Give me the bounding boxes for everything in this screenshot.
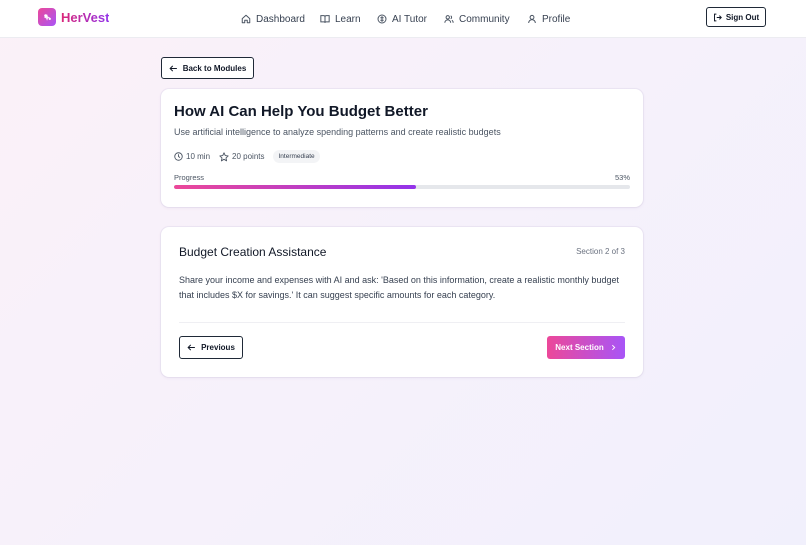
arrow-left-icon [169, 65, 177, 71]
clock-icon [174, 152, 183, 161]
section-card: Budget Creation Assistance Section 2 of … [161, 227, 643, 377]
section-counter: Section 2 of 3 [576, 247, 625, 256]
brand-logo[interactable]: HerVest [38, 8, 109, 26]
back-to-modules-label: Back to Modules [182, 63, 247, 73]
nav-ai-tutor[interactable]: AI Tutor [377, 11, 427, 27]
nav-community[interactable]: Community [444, 11, 510, 27]
nav-learn[interactable]: Learn [320, 11, 361, 27]
module-header-card: How AI Can Help You Budget Better Use ar… [161, 89, 643, 207]
brand-name: HerVest [61, 9, 110, 25]
progress-percent: 53% [614, 173, 630, 182]
module-subtitle: Use artificial intelligence to analyze s… [174, 127, 501, 137]
nav-profile[interactable]: Profile [527, 11, 570, 27]
nav-learn-label: Learn [335, 13, 361, 25]
nav-ai-tutor-label: AI Tutor [392, 13, 428, 25]
home-icon [241, 14, 251, 24]
back-to-modules-button[interactable]: Back to Modules [161, 57, 254, 79]
nav-profile-label: Profile [542, 13, 571, 25]
duration-text: 10 min [186, 152, 211, 161]
logout-icon [713, 13, 722, 21]
sign-out-label: Sign Out [725, 12, 760, 22]
star-icon [219, 151, 229, 161]
main-nav: Dashboard Learn AI Tutor Community Profi… [0, 0, 806, 38]
module-title: How AI Can Help You Budget Better [174, 103, 428, 120]
chevron-right-icon [611, 344, 616, 351]
progress-bar-fill [174, 185, 416, 189]
top-navbar: HerVest Dashboard Learn AI Tutor Communi… [0, 0, 806, 38]
progress-label: Progress [174, 173, 205, 182]
next-section-button[interactable]: Next Section [547, 336, 625, 359]
previous-button[interactable]: Previous [179, 336, 243, 359]
section-body: Share your income and expenses with AI a… [179, 275, 619, 300]
section-divider [179, 322, 625, 323]
points: 20 points [219, 151, 265, 162]
book-icon [320, 15, 330, 23]
nav-community-label: Community [459, 13, 510, 25]
progress-bar [174, 185, 630, 189]
points-text: 20 points [232, 152, 265, 161]
ai-icon [377, 14, 387, 24]
user-icon [528, 14, 536, 24]
sign-out-button[interactable]: Sign Out [706, 7, 766, 27]
section-title: Budget Creation Assistance [179, 245, 327, 259]
previous-label: Previous [201, 343, 235, 352]
module-meta: 10 min 20 points Intermediate [174, 150, 320, 163]
nav-dashboard[interactable]: Dashboard [241, 11, 305, 27]
level-badge: Intermediate [273, 150, 320, 163]
users-icon [444, 15, 454, 23]
logo-icon [38, 8, 56, 26]
next-section-label: Next Section [555, 343, 604, 352]
arrow-left-icon [187, 344, 195, 351]
nav-dashboard-label: Dashboard [256, 13, 305, 25]
duration: 10 min [174, 152, 210, 161]
